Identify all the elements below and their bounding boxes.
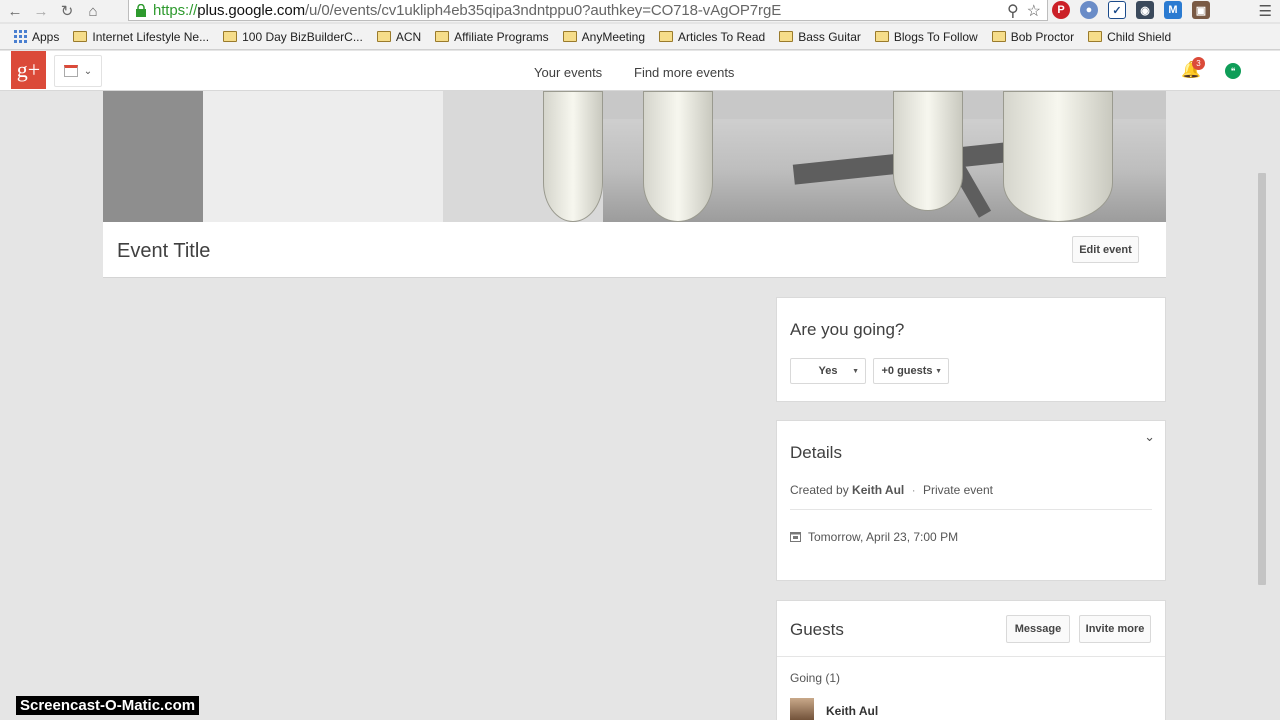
folder-icon xyxy=(73,31,88,42)
bookmark-label: AnyMeeting xyxy=(581,29,646,44)
folder-icon xyxy=(376,31,391,42)
message-button[interactable]: Message xyxy=(1006,615,1070,643)
bookmark-label: Articles To Read xyxy=(678,29,766,44)
guests-heading: Guests xyxy=(790,620,844,639)
reload-icon[interactable]: ↻ xyxy=(56,1,78,21)
guests-card: Guests Message Invite more Going (1) Kei… xyxy=(776,600,1166,720)
bookmark-label: 100 Day BizBuilderC... xyxy=(242,29,363,44)
folder-icon xyxy=(1088,31,1103,42)
divider xyxy=(777,656,1165,657)
creator-name[interactable]: Keith Aul xyxy=(852,483,904,497)
find-more-events-link[interactable]: Find more events xyxy=(634,65,734,80)
folder-icon xyxy=(562,31,577,42)
folder-icon xyxy=(874,31,889,42)
hangouts-icon[interactable]: ❝ xyxy=(1225,63,1241,79)
watermark: Screencast-O-Matic.com xyxy=(16,696,200,715)
divider xyxy=(790,509,1152,510)
guest-name[interactable]: Keith Aul xyxy=(826,704,878,718)
bookmark-label: Bass Guitar xyxy=(798,29,861,44)
menu-icon[interactable]: ☰ xyxy=(1259,2,1272,20)
invite-more-button[interactable]: Invite more xyxy=(1079,615,1151,643)
extensions-bar: P ● ✓ ◉ M ▣ xyxy=(1052,1,1210,19)
edit-event-button[interactable]: Edit event xyxy=(1072,236,1139,263)
address-bar[interactable]: https://plus.google.com/u/0/events/cv1uk… xyxy=(128,0,1048,21)
event-title: Event Title xyxy=(117,240,211,262)
bookmark-folder[interactable]: Internet Lifestyle Ne... xyxy=(73,30,209,44)
folder-icon xyxy=(659,31,674,42)
folder-icon xyxy=(435,31,450,42)
scrollbar[interactable] xyxy=(1258,173,1266,585)
apps-grid-icon xyxy=(14,30,27,43)
privacy-label: Private event xyxy=(922,483,993,497)
app-switcher[interactable]: ⌄ xyxy=(54,55,102,87)
event-title-card: Event Title Edit event xyxy=(103,222,1166,278)
bookmark-label: Child Shield xyxy=(1107,29,1172,44)
created-by-label: Created by xyxy=(790,483,849,497)
bookmark-label: Blogs To Follow xyxy=(893,29,978,44)
bookmarks-bar: Apps Internet Lifestyle Ne... 100 Day Bi… xyxy=(0,24,1280,50)
home-icon[interactable]: ⌂ xyxy=(82,1,104,21)
event-datetime-text: Tomorrow, April 23, 7:00 PM xyxy=(808,530,959,544)
meta-separator: · xyxy=(911,483,916,497)
rsvp-card: Are you going? Yes ▼ +0 guests ▼ xyxy=(776,297,1166,402)
rsvp-heading: Are you going? xyxy=(790,320,905,339)
bookmark-folder[interactable]: Bob Proctor xyxy=(991,29,1075,44)
bookmark-folder[interactable]: Bass Guitar xyxy=(779,30,861,44)
calendar-icon xyxy=(63,65,78,77)
folder-icon xyxy=(223,31,238,42)
going-label: Going (1) xyxy=(790,671,841,685)
lock-icon xyxy=(136,3,146,17)
url-path: /u/0/events/cv1ukliph4eb35qipa3ndntppu0?… xyxy=(304,1,782,19)
instagram-icon[interactable]: ▣ xyxy=(1192,1,1210,19)
gplus-logo[interactable]: g+ xyxy=(11,51,46,89)
calendar-icon xyxy=(790,532,801,542)
bookmark-folder[interactable]: 100 Day BizBuilderC... xyxy=(223,30,363,44)
bookmark-label: ACN xyxy=(395,29,422,44)
chevron-down-icon[interactable]: ⌄ xyxy=(1144,429,1155,445)
notification-badge: 3 xyxy=(1192,57,1205,70)
details-card: Details ⌄ Created by Keith Aul · Private… xyxy=(776,420,1166,581)
extension-owl-icon[interactable]: ◉ xyxy=(1136,1,1154,19)
caret-down-icon: ▼ xyxy=(935,367,942,375)
bookmark-label: Internet Lifestyle Ne... xyxy=(92,29,210,44)
bookmark-folder[interactable]: Affiliate Programs xyxy=(435,29,549,44)
gplus-header: g+ ⌄ Your events Find more events 🔔 xyxy=(0,51,1280,91)
event-cover-photo xyxy=(103,91,1166,222)
guests-count-value: +0 guests xyxy=(881,365,933,377)
folder-icon xyxy=(991,31,1006,42)
url-text: https://plus.google.com/u/0/events/cv1uk… xyxy=(153,2,781,19)
back-icon[interactable]: ← xyxy=(4,1,26,21)
folder-icon xyxy=(779,31,794,42)
bookmark-apps[interactable]: Apps xyxy=(14,30,59,44)
extension-globe-icon[interactable]: ● xyxy=(1080,1,1098,19)
avatar[interactable] xyxy=(790,698,814,720)
guests-count-dropdown[interactable]: +0 guests ▼ xyxy=(873,358,949,384)
extension-check-icon[interactable]: ✓ xyxy=(1108,1,1126,19)
rsvp-response-dropdown[interactable]: Yes ▼ xyxy=(790,358,866,384)
star-icon[interactable]: ☆ xyxy=(1027,1,1041,21)
details-heading: Details xyxy=(790,443,842,462)
url-scheme: https:// xyxy=(153,1,198,19)
extension-m-icon[interactable]: M xyxy=(1164,1,1182,19)
your-events-link[interactable]: Your events xyxy=(534,65,602,80)
bookmark-label: Bob Proctor xyxy=(1010,29,1075,44)
bookmark-folder[interactable]: Blogs To Follow xyxy=(874,29,978,44)
event-meta: Created by Keith Aul · Private event xyxy=(790,483,993,497)
bookmark-folder[interactable]: AnyMeeting xyxy=(562,29,646,44)
rsvp-response-value: Yes xyxy=(818,365,838,377)
chevron-down-icon: ⌄ xyxy=(83,65,93,77)
search-icon[interactable]: ⚲ xyxy=(1007,1,1019,21)
bookmark-label: Apps xyxy=(32,29,60,44)
caret-down-icon: ▼ xyxy=(852,367,859,375)
pinterest-icon[interactable]: P xyxy=(1052,1,1070,19)
url-host: plus.google.com xyxy=(197,1,305,19)
bookmark-folder[interactable]: Articles To Read xyxy=(659,30,765,44)
bookmark-folder[interactable]: Child Shield xyxy=(1088,30,1171,44)
event-datetime: Tomorrow, April 23, 7:00 PM xyxy=(790,530,958,544)
forward-icon[interactable]: → xyxy=(30,1,52,21)
bookmark-label: Affiliate Programs xyxy=(454,29,549,44)
bookmark-folder[interactable]: ACN xyxy=(376,29,422,44)
